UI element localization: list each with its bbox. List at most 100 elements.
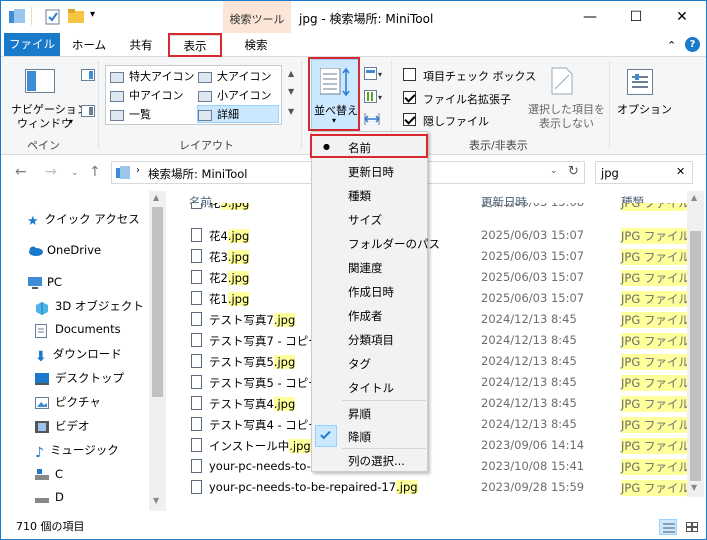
item-checkbox-label[interactable]: 項目チェック ボックス (423, 68, 536, 84)
file-extension-toggle[interactable] (403, 91, 416, 104)
tab-file[interactable]: ファイル (4, 33, 60, 56)
sort-date-modified[interactable]: 更新日時 (312, 159, 427, 183)
search-box[interactable]: jpg ✕ (595, 161, 693, 184)
hidden-items-toggle[interactable] (403, 113, 416, 126)
table-row[interactable]: テスト写真5 - コピー.jp2024/12/13 8:45JPG ファイル (189, 372, 690, 393)
item-checkbox-toggle[interactable] (403, 68, 416, 81)
nav-item-videos[interactable]: ビデオ (35, 418, 90, 438)
nav-item-desktop[interactable]: デスクトップ (35, 370, 124, 390)
sort-descending[interactable]: 降順 (312, 424, 427, 448)
search-input[interactable]: jpg (601, 166, 619, 180)
hidden-items-label[interactable]: 隠しファイル (423, 113, 489, 129)
sort-authors[interactable]: 作成者 (312, 303, 427, 327)
minimize-button[interactable]: — (567, 1, 613, 33)
size-columns-icon[interactable] (363, 112, 381, 129)
nav-item-pc[interactable]: PC (27, 275, 62, 295)
modified-date: 2024/12/13 8:45 (481, 333, 577, 347)
options-icon[interactable] (627, 69, 653, 98)
close-button[interactable]: ✕ (659, 1, 705, 33)
nav-item-pictures[interactable]: ピクチャ (35, 394, 101, 414)
file-list-scrollbar[interactable]: ▲ ▼ (687, 191, 704, 497)
table-row[interactable]: your-pc-needs-to-b 2023/10/08 15:41 JPG ファ… (189, 456, 690, 477)
menu-item-label: タイトル (348, 381, 394, 395)
scroll-up-icon[interactable]: ▲ (691, 193, 697, 202)
table-row[interactable]: 花5.jpg 2025/06/03 15:08 JPG ファイル (189, 203, 687, 216)
details-pane-icon[interactable] (81, 105, 95, 120)
nav-scrollbar[interactable]: ▲ ▼ (149, 191, 166, 511)
sort-relevance[interactable]: 関連度 (312, 255, 427, 279)
table-row[interactable]: テスト写真7 - コピー.jp2024/12/13 8:45JPG ファイル (189, 330, 690, 351)
nav-item-downloads[interactable]: ⬇ ダウンロード (35, 346, 122, 366)
forward-arrow-icon[interactable]: → (45, 164, 57, 180)
add-columns-icon[interactable]: ▾ (364, 90, 384, 107)
table-row[interactable]: テスト写真7.jpg 2024/12/13 8:45 JPG ファイル (189, 309, 690, 330)
navigation-pane-icon[interactable] (25, 69, 55, 96)
layout-medium-icons[interactable]: 中アイコン (110, 87, 183, 105)
scroll-up-icon[interactable]: ▲ (153, 193, 159, 202)
layout-small-icons[interactable]: 小アイコン (198, 87, 271, 105)
sort-type[interactable]: 種類 (312, 183, 427, 207)
large-icons-view-button[interactable] (683, 519, 701, 535)
table-row[interactable]: テスト写真5.jpg 2024/12/13 8:45 JPG ファイル (189, 351, 690, 372)
nav-item-music[interactable]: ♪ ミュージック (35, 442, 119, 462)
sort-size[interactable]: サイズ (312, 207, 427, 231)
table-row[interactable]: インストール中.jpg 2023/09/06 14:14 JPG ファイル (189, 435, 690, 456)
collapse-ribbon-icon[interactable]: ⌃ (667, 39, 676, 52)
nav-item-3d-objects[interactable]: 3D オブジェクト (35, 298, 144, 318)
nav-item-drive-d[interactable]: D (35, 490, 64, 510)
nav-item-onedrive[interactable]: OneDrive (27, 243, 101, 263)
sort-categories[interactable]: 分類項目 (312, 327, 427, 351)
sort-title[interactable]: タイトル (312, 375, 427, 399)
preview-pane-icon[interactable] (81, 69, 95, 84)
back-arrow-icon[interactable]: ← (15, 164, 27, 180)
layout-details[interactable]: 詳細 (197, 105, 279, 123)
sort-by-highlight (308, 57, 360, 131)
customize-quick-access-icon[interactable]: ▾ (90, 9, 95, 20)
table-row[interactable]: テスト写真4 - コピー.jp2024/12/13 8:45JPG ファイル (189, 414, 690, 435)
clear-search-icon[interactable]: ✕ (676, 165, 685, 178)
up-arrow-icon[interactable]: ↑ (89, 164, 101, 180)
sort-tags[interactable]: タグ (312, 351, 427, 375)
group-by-icon[interactable]: ▾ (364, 67, 384, 84)
details-view-button[interactable] (659, 519, 677, 535)
layout-list[interactable]: 一覧 (110, 106, 151, 124)
options-label[interactable]: オプション (617, 101, 672, 117)
layout-extra-large-icons[interactable]: 特大アイコン (110, 68, 194, 86)
layout-large-icons[interactable]: 大アイコン (198, 68, 271, 86)
scrollbar-thumb[interactable] (690, 231, 701, 481)
table-row[interactable]: your-pc-needs-to-be-repaired-17.jpg 2023/… (189, 477, 690, 498)
scroll-down-icon[interactable]: ▼ (153, 496, 159, 505)
table-row[interactable]: 花1.jpg 2025/06/03 15:07 JPG ファイル (189, 288, 690, 309)
refresh-icon[interactable]: ↻ (568, 164, 579, 179)
properties-icon[interactable] (45, 9, 61, 25)
nav-item-documents[interactable]: Documents (35, 322, 121, 342)
tab-share[interactable]: 共有 (119, 35, 163, 57)
chevron-down-icon[interactable]: ⌄ (550, 166, 558, 176)
recent-locations-icon[interactable]: ⌄ (71, 168, 79, 178)
navigation-pane-label-2[interactable]: ウィンドウ (17, 115, 72, 131)
sort-ascending[interactable]: 昇順 (312, 401, 427, 425)
scroll-down-icon[interactable]: ▼ (288, 87, 294, 96)
expand-gallery-icon[interactable]: ▼ (288, 107, 294, 116)
table-row[interactable]: テスト写真4.jpg 2024/12/13 8:45 JPG ファイル (189, 393, 690, 414)
sort-date-created[interactable]: 作成日時 (312, 279, 427, 303)
scrollbar-thumb[interactable] (152, 207, 163, 397)
file-extension-label[interactable]: ファイル名拡張子 (423, 91, 511, 107)
tab-search[interactable]: 検索 (227, 35, 285, 57)
scroll-up-icon[interactable]: ▲ (288, 69, 294, 78)
hide-selected-icon[interactable] (551, 67, 573, 98)
nav-item-quick-access[interactable]: ★ クイック アクセス (27, 211, 140, 231)
maximize-button[interactable]: ☐ (613, 1, 659, 33)
breadcrumb[interactable]: 検索場所: MiniTool (148, 166, 247, 182)
scroll-down-icon[interactable]: ▼ (691, 483, 697, 492)
nav-item-drive-c[interactable]: C (35, 467, 63, 487)
hide-selected-label-2[interactable]: 表示しない (539, 115, 594, 131)
table-row[interactable]: 花2.jpg 2025/06/03 15:07 JPG ファイル (189, 267, 690, 288)
new-folder-icon[interactable] (68, 9, 84, 23)
pane-group-label: ペイン (27, 139, 60, 152)
sort-folder-path[interactable]: フォルダーのパス (312, 231, 440, 255)
chevron-down-icon[interactable]: ▾ (69, 117, 73, 126)
tab-home[interactable]: ホーム (67, 35, 111, 57)
help-icon[interactable]: ? (685, 37, 700, 52)
choose-columns[interactable]: 列の選択... (312, 448, 427, 472)
